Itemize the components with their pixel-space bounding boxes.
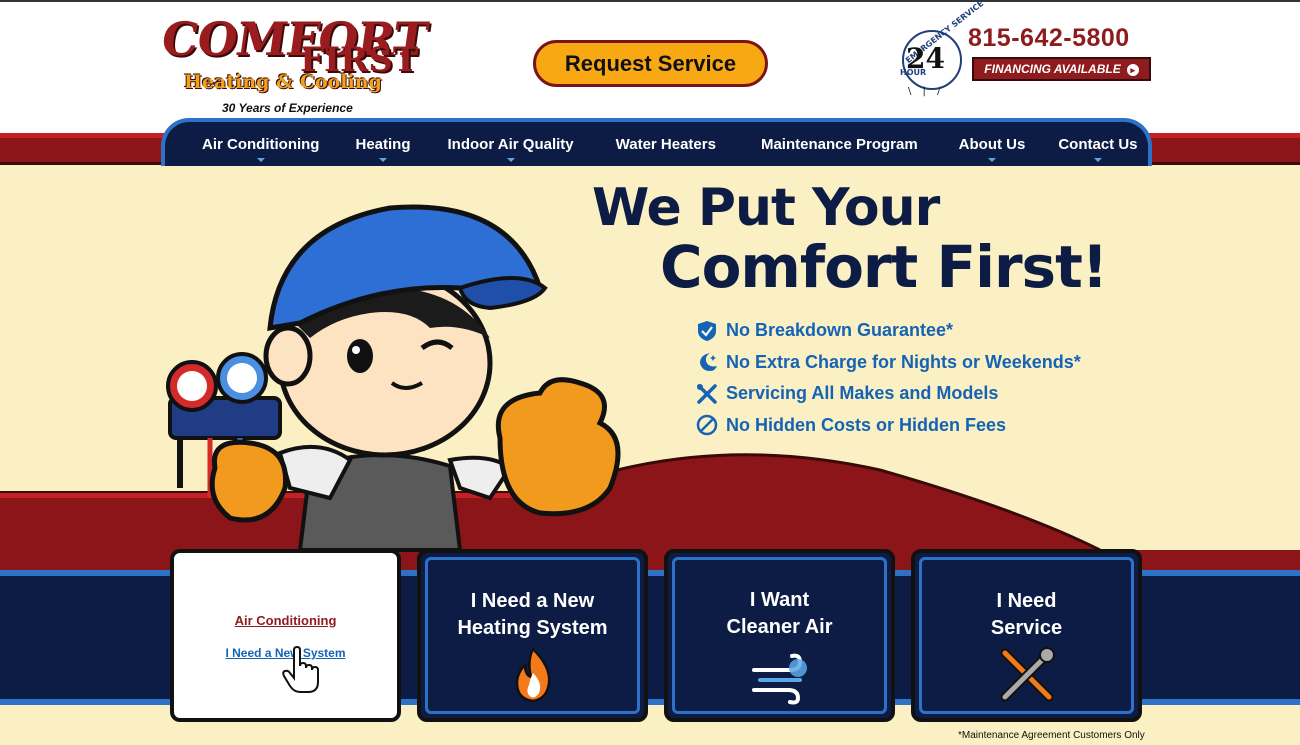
shield-check-icon [698, 320, 716, 341]
logo-years: 30 Years of Experience [222, 101, 353, 115]
benefits-list: No Breakdown Guarantee* No Extra Charge … [696, 315, 1081, 441]
no-sign-icon [696, 415, 718, 436]
phone-number[interactable]: 815-642-5800 [968, 24, 1130, 53]
caret-down-icon [988, 157, 996, 162]
caret-down-icon [506, 157, 515, 162]
benefit-text: Servicing All Makes and Models [726, 383, 999, 404]
nav-item-contact-us[interactable]: Contact Us [1058, 135, 1138, 162]
hero-title-line2: Comfort First! [660, 233, 1108, 301]
benefit-text: No Extra Charge for Nights or Weekends* [726, 351, 1081, 372]
logo-tagline: Heating & Cooling [184, 71, 382, 93]
card-title-line2: Cleaner Air [726, 616, 833, 638]
card-title-line2: Heating System [457, 617, 608, 639]
card-air-conditioning[interactable]: Air Conditioning I Need a New System [170, 549, 401, 722]
benefit-text: No Breakdown Guarantee* [726, 320, 954, 341]
technician-mascot-illustration [166, 204, 621, 552]
nav-item-indoor-air-quality[interactable]: Indoor Air Quality [447, 135, 574, 162]
main-nav: Air Conditioning Heating Indoor Air Qual… [161, 118, 1152, 166]
benefit-item: No Extra Charge for Nights or Weekends* [696, 347, 1081, 379]
card-link-air-conditioning[interactable]: Air Conditioning [178, 613, 393, 628]
tools-icon [697, 383, 717, 404]
hero-title-line1: We Put Your [592, 178, 940, 238]
benefit-item: No Breakdown Guarantee* [696, 315, 1081, 347]
benefit-item: Servicing All Makes and Models [696, 378, 1081, 410]
nav-item-air-conditioning[interactable]: Air Conditioning [202, 135, 320, 162]
emergency-service-badge: EMERGENCY SERVICE 24 HOUR \ | / [896, 0, 985, 98]
badge-hour: HOUR [900, 68, 927, 77]
nav-label: Contact Us [1058, 135, 1138, 153]
nav-item-water-heaters[interactable]: Water Heaters [616, 136, 716, 153]
comfort-first-logo[interactable]: COMFORT FIRST Heating & Cooling 30 Years… [158, 12, 431, 120]
caret-down-icon [1093, 157, 1102, 162]
nav-label: About Us [958, 135, 1026, 153]
benefit-text: No Hidden Costs or Hidden Fees [726, 414, 1007, 435]
financing-label: FINANCING AVAILABLE [984, 62, 1121, 76]
card-title-line1: I Need [996, 590, 1057, 612]
request-service-button[interactable]: Request Service [533, 40, 768, 87]
caret-down-icon [256, 157, 265, 162]
card-inner: I Need a New Heating System [425, 557, 640, 714]
card-title-line1: I Want [749, 589, 810, 611]
footnote: *Maintenance Agreement Customers Only [958, 730, 1145, 741]
chevron-right-icon: ▸ [1126, 63, 1139, 76]
nav-item-maintenance-program[interactable]: Maintenance Program [761, 136, 918, 153]
moon-icon [700, 353, 717, 372]
hand-pointer-cursor-icon [282, 646, 319, 693]
nav-label: Air Conditioning [202, 135, 320, 153]
badge-rays: \ | / [908, 86, 945, 97]
wind-icon [751, 653, 807, 705]
nav-label: Water Heaters [615, 135, 716, 153]
card-title-line2: Service [990, 617, 1063, 639]
site-header: COMFORT FIRST Heating & Cooling 30 Years… [0, 0, 1300, 133]
nav-item-heating[interactable]: Heating [355, 135, 411, 162]
nav-label: Heating [355, 135, 411, 153]
nav-label: Maintenance Program [760, 135, 918, 153]
card-need-service[interactable]: I Need Service [911, 549, 1142, 722]
card-inner: I Want Cleaner Air [672, 557, 887, 714]
nav-item-about-us[interactable]: About Us [958, 135, 1026, 162]
wrench-screwdriver-icon [1000, 647, 1055, 702]
flame-icon [515, 646, 550, 703]
card-cleaner-air[interactable]: I Want Cleaner Air [664, 549, 895, 722]
financing-button[interactable]: FINANCING AVAILABLE ▸ [972, 57, 1151, 81]
benefit-item: No Hidden Costs or Hidden Fees [696, 410, 1081, 442]
card-inner: I Need Service [919, 557, 1134, 714]
nav-label: Indoor Air Quality [447, 135, 574, 153]
card-title-line1: I Need a New [470, 590, 595, 612]
card-new-heating-system[interactable]: I Need a New Heating System [417, 549, 648, 722]
caret-down-icon [378, 157, 387, 162]
